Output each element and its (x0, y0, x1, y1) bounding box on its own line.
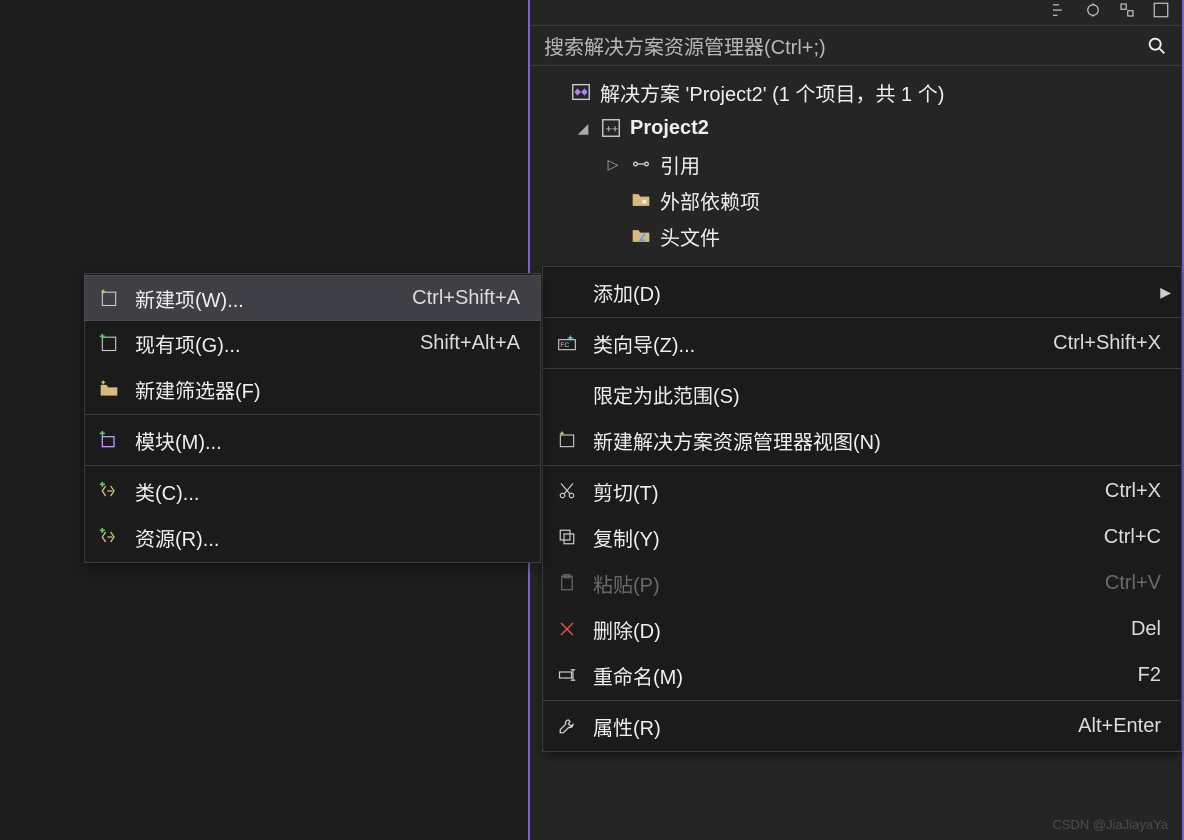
menu-add[interactable]: 添加(D) ▶ (543, 269, 1181, 315)
watermark: CSDN @JiaJiayaYa (1052, 817, 1168, 832)
svg-text:++: ++ (606, 124, 619, 136)
menu-scope[interactable]: 限定为此范围(S) (543, 371, 1181, 417)
toolbar-icon[interactable] (1050, 1, 1068, 24)
submenu-new-item[interactable]: 新建项(W)...Ctrl+Shift+A (84, 275, 541, 321)
add-submenu: 新建项(W)...Ctrl+Shift+A 现有项(G)...Shift+Alt… (84, 273, 541, 563)
headers-label: 头文件 (660, 222, 720, 251)
menu-copy[interactable]: 复制(Y)Ctrl+C (543, 514, 1181, 560)
search-icon (1146, 35, 1168, 57)
external-deps-node[interactable]: 外部依赖项 (530, 182, 1182, 218)
solution-icon (570, 81, 592, 103)
search-bar[interactable]: 搜索解决方案资源管理器(Ctrl+;) (530, 26, 1182, 66)
resource-icon (97, 525, 121, 549)
delete-icon (555, 617, 579, 641)
collapse-icon[interactable]: ◢ (574, 120, 592, 137)
class-icon (97, 479, 121, 503)
toolbar-icon[interactable] (1152, 1, 1170, 24)
expand-icon[interactable]: ▷ (604, 156, 622, 173)
toolbar-icon[interactable] (1118, 1, 1136, 24)
submenu-arrow-icon: ▶ (1160, 284, 1171, 301)
separator (543, 700, 1181, 701)
submenu-resource[interactable]: 资源(R)... (85, 514, 540, 560)
menu-new-view[interactable]: 新建解决方案资源管理器视图(N) (543, 417, 1181, 463)
submenu-class[interactable]: 类(C)... (85, 468, 540, 514)
toolbar-icon[interactable] (1084, 1, 1102, 24)
project-node[interactable]: ◢ ++ Project2 (530, 110, 1182, 146)
headers-node[interactable]: 头文件 (530, 218, 1182, 254)
separator (85, 414, 540, 415)
folder-icon (630, 189, 652, 211)
references-node[interactable]: ▷ 引用 (530, 146, 1182, 182)
new-filter-icon (97, 377, 121, 401)
separator (543, 368, 1181, 369)
solution-node[interactable]: 解决方案 'Project2' (1 个项目，共 1 个) (530, 74, 1182, 110)
new-solution-view-icon (555, 428, 579, 452)
properties-icon (555, 714, 579, 738)
references-icon (630, 153, 652, 175)
panel-toolbar (530, 0, 1182, 26)
menu-properties[interactable]: 属性(R)Alt+Enter (543, 703, 1181, 749)
existing-item-icon (97, 331, 121, 355)
new-item-icon (97, 286, 121, 310)
class-wizard-icon: FC (555, 331, 579, 355)
references-label: 引用 (660, 150, 700, 179)
search-placeholder: 搜索解决方案资源管理器(Ctrl+;) (544, 31, 826, 60)
solution-tree: 解决方案 'Project2' (1 个项目，共 1 个) ◢ ++ Proje… (530, 66, 1182, 262)
separator (543, 317, 1181, 318)
menu-rename[interactable]: 重命名(M)F2 (543, 652, 1181, 698)
separator (85, 465, 540, 466)
solution-label: 解决方案 'Project2' (1 个项目，共 1 个) (600, 78, 944, 107)
cut-icon (555, 479, 579, 503)
external-deps-label: 外部依赖项 (660, 186, 760, 215)
project-icon: ++ (600, 117, 622, 139)
menu-class-wizard[interactable]: FC 类向导(Z)... Ctrl+Shift+X (543, 320, 1181, 366)
menu-cut[interactable]: 剪切(T)Ctrl+X (543, 468, 1181, 514)
submenu-module[interactable]: 模块(M)... (85, 417, 540, 463)
paste-icon (555, 571, 579, 595)
menu-delete[interactable]: 删除(D)Del (543, 606, 1181, 652)
submenu-existing-item[interactable]: 现有项(G)...Shift+Alt+A (85, 320, 540, 366)
separator (543, 465, 1181, 466)
submenu-new-filter[interactable]: 新建筛选器(F) (85, 366, 540, 412)
folder-icon (630, 225, 652, 247)
svg-text:FC: FC (560, 342, 569, 349)
module-icon (97, 428, 121, 452)
context-menu: 添加(D) ▶ FC 类向导(Z)... Ctrl+Shift+X 限定为此范围… (542, 266, 1182, 752)
project-label: Project2 (630, 117, 709, 140)
copy-icon (555, 525, 579, 549)
menu-paste: 粘贴(P)Ctrl+V (543, 560, 1181, 606)
rename-icon (555, 663, 579, 687)
